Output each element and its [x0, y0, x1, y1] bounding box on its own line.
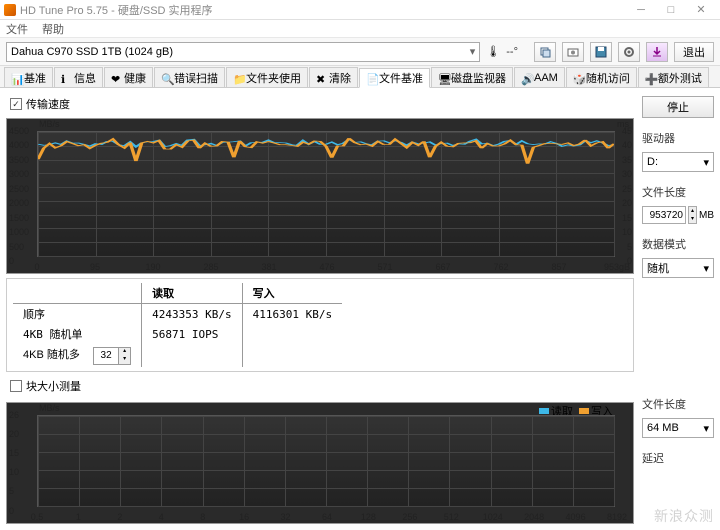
row-4kb-single-label: 4KB 随机单 [13, 324, 142, 344]
drive-select-value: Dahua C970 SSD 1TB (1024 gB) [11, 46, 173, 58]
delay-label: 延迟 [642, 450, 714, 466]
tab-extra[interactable]: ➕额外测试 [638, 67, 709, 87]
window-title: HD Tune Pro 5.75 - 硬盘/SSD 实用程序 [20, 2, 626, 18]
menu-help[interactable]: 帮助 [42, 21, 64, 37]
filelen-label: 文件长度 [642, 184, 714, 200]
drive-letter-select[interactable]: D:▾ [642, 152, 714, 172]
thermometer-icon: 🌡 [486, 43, 500, 61]
row-4kb-multi-label: 4KB 随机多 ▴▾ [13, 344, 142, 367]
exit-button[interactable]: 退出 [674, 42, 714, 62]
close-button[interactable]: ✕ [686, 1, 716, 19]
heart-icon: ❤ [111, 73, 121, 83]
maximize-button[interactable]: □ [656, 1, 686, 19]
tab-health[interactable]: ❤健康 [104, 67, 153, 87]
blocksize-label: 块大小测量 [26, 378, 81, 394]
filelen2-select[interactable]: 64 MB▾ [642, 418, 714, 438]
tab-random[interactable]: 🎲随机访问 [566, 67, 637, 87]
iops-value: 56871 IOPS [142, 324, 242, 344]
side-panel: 停止 驱动器 D:▾ 文件长度 ▴▾ MB 数据模式 随机▾ 文件长度 64 M… [642, 94, 714, 524]
drive-select[interactable]: Dahua C970 SSD 1TB (1024 gB) ▾ [6, 42, 480, 62]
extra-icon: ➕ [645, 73, 655, 83]
spin-down[interactable]: ▾ [118, 356, 130, 364]
chevron-down-icon: ▾ [703, 156, 709, 169]
transfer-checkbox[interactable]: ✓ [10, 98, 22, 110]
erase-icon: ✖ [316, 73, 326, 83]
copy-button[interactable] [534, 42, 556, 62]
menubar: 文件 帮助 [0, 20, 720, 38]
spin-up[interactable]: ▴ [118, 348, 130, 356]
chart2-unit-left: MB/s [39, 403, 60, 413]
blocksize-chart: MB/s 读取 写入 26201510500.51248163264128256… [6, 402, 634, 524]
sound-icon: 🔊 [521, 73, 531, 83]
temperature-value: --° [506, 46, 528, 58]
chart1-plot [37, 131, 615, 257]
minimize-button[interactable]: ─ [626, 1, 656, 19]
tab-benchmark[interactable]: 📊基准 [4, 67, 53, 87]
filelen-spinner[interactable]: ▴▾ [688, 206, 697, 224]
tab-monitor[interactable]: 🖥磁盘监视器 [431, 67, 513, 87]
titlebar: HD Tune Pro 5.75 - 硬盘/SSD 实用程序 ─ □ ✕ [0, 0, 720, 20]
download-button[interactable] [646, 42, 668, 62]
blocksize-checkbox[interactable] [10, 380, 22, 392]
tab-bar: 📊基准 ℹ信息 ❤健康 🔍错误扫描 📁文件夹使用 ✖清除 📄文件基准 🖥磁盘监视… [0, 66, 720, 88]
tab-errorscan[interactable]: 🔍错误扫描 [154, 67, 225, 87]
tab-aam[interactable]: 🔊AAM [514, 67, 565, 87]
tab-folder[interactable]: 📁文件夹使用 [226, 67, 308, 87]
stop-button[interactable]: 停止 [642, 96, 714, 118]
filelen-input[interactable] [642, 206, 686, 224]
content-area: ✓ 传输速度 MB/s ms 4500400035003000250020001… [0, 88, 720, 530]
drive-label: 驱动器 [642, 130, 714, 146]
transfer-label: 传输速度 [26, 96, 70, 112]
screenshot-button[interactable] [562, 42, 584, 62]
info-icon: ℹ [61, 73, 71, 83]
seq-write-value: 4116301 KB/s [242, 304, 342, 325]
row-seq-label: 顺序 [13, 304, 142, 325]
search-icon: 🔍 [161, 73, 171, 83]
toolbar: Dahua C970 SSD 1TB (1024 gB) ▾ 🌡 --° 退出 [0, 38, 720, 66]
random-icon: 🎲 [573, 73, 583, 83]
datamode-select[interactable]: 随机▾ [642, 258, 714, 278]
datamode-label: 数据模式 [642, 236, 714, 252]
tab-erase[interactable]: ✖清除 [309, 67, 358, 87]
chevron-down-icon: ▾ [470, 45, 476, 58]
chevron-down-icon: ▾ [703, 262, 709, 275]
save-button[interactable] [590, 42, 612, 62]
chart2-plot [37, 415, 615, 507]
transfer-chart: MB/s ms 45004000350030002500200015001000… [6, 118, 634, 274]
seq-read-value: 4243353 KB/s [142, 304, 242, 325]
monitor-icon: 🖥 [438, 73, 448, 83]
watermark: 新浪众测 [654, 506, 714, 526]
filelen2-label: 文件长度 [642, 396, 714, 412]
blocksize-checkbox-row: 块大小测量 [6, 376, 634, 396]
transfer-checkbox-row: ✓ 传输速度 [6, 94, 634, 114]
chevron-down-icon: ▾ [703, 422, 709, 435]
multi-spinner[interactable]: ▴▾ [93, 347, 131, 365]
app-icon [4, 4, 16, 16]
file-icon: 📄 [366, 73, 376, 83]
filelen-unit: MB [699, 210, 714, 221]
tab-info[interactable]: ℹ信息 [54, 67, 103, 87]
menu-file[interactable]: 文件 [6, 21, 28, 37]
tab-filebench[interactable]: 📄文件基准 [359, 68, 430, 88]
chart1-unit-left: MB/s [39, 119, 60, 129]
folder-icon: 📁 [233, 73, 243, 83]
gauge-icon: 📊 [11, 73, 21, 83]
results-table: 读取写入 顺序4243353 KB/s4116301 KB/s 4KB 随机单5… [6, 278, 634, 372]
settings-button[interactable] [618, 42, 640, 62]
